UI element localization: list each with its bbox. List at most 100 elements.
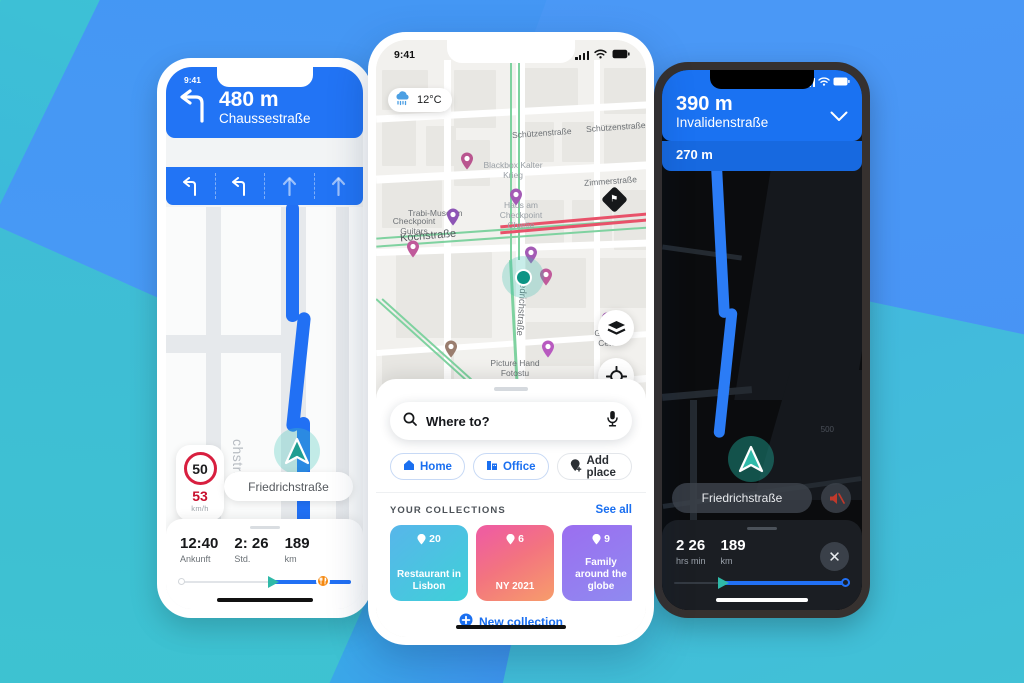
home-indicator — [216, 598, 313, 602]
sheet-grabber[interactable] — [494, 387, 528, 391]
weather-chip[interactable]: 12°C — [388, 88, 452, 112]
map-label: Picture Hand Fotostu — [490, 358, 540, 378]
search-icon — [403, 412, 417, 431]
phone-right-navigation-dark: Arbeitszimmer 500 — [654, 62, 870, 618]
collection-card[interactable]: 9 Family around the globe — [562, 525, 632, 601]
map-pin-icon[interactable] — [509, 188, 523, 206]
maneuver-distance: 390 m — [676, 93, 733, 115]
map-pin-icon[interactable] — [446, 208, 460, 226]
home-icon — [403, 459, 415, 474]
progress-vehicle-icon — [267, 575, 279, 588]
chip-add-place[interactable]: Add place — [556, 453, 632, 480]
phone-left-navigation: 9:41 480 m Chaussestraße chstraße 50 53 … — [157, 58, 372, 618]
home-indicator — [456, 624, 566, 629]
eta-item: 2 26 hrs min — [676, 537, 706, 566]
rain-cloud-icon — [394, 90, 412, 110]
pin-icon — [592, 533, 601, 544]
chip-office[interactable]: Office — [472, 453, 549, 480]
progress-vehicle-icon — [718, 576, 729, 589]
eta-label: km — [284, 553, 297, 564]
progress-fill — [273, 579, 351, 584]
next-maneuver-strip: 270 m — [662, 140, 862, 171]
explore-bottom-sheet[interactable]: Where to? Home Office Add place YOUR COL… — [376, 379, 646, 637]
collections-section: YOUR COLLECTIONS See all 20 Restaurant i… — [376, 492, 646, 601]
eta-value: 2: 26 — [234, 535, 269, 552]
map-pin-icon[interactable] — [444, 340, 458, 358]
chip-label: Add place — [586, 454, 616, 479]
position-puck — [728, 436, 774, 482]
route-progress-bar[interactable] — [178, 573, 351, 588]
volume-muted-icon[interactable] — [821, 483, 851, 513]
chip-label: Office — [502, 460, 536, 473]
position-puck — [274, 428, 320, 474]
user-location-dot — [514, 268, 532, 286]
restaurant-icon[interactable] — [316, 573, 331, 588]
speed-limit-value: 50 — [183, 452, 217, 485]
left-eta-sheet[interactable]: 12:40 Ankunft 2: 26 Std. 189 km — [166, 519, 363, 609]
eta-value: 189 — [720, 537, 746, 554]
quick-destination-chips: Home Office Add place — [376, 440, 646, 480]
chip-home[interactable]: Home — [390, 453, 465, 480]
progress-end-dot — [841, 577, 850, 587]
collection-name: NY 2021 — [495, 581, 535, 592]
collection-count: 9 — [592, 533, 610, 545]
lane-turn-left-icon — [216, 173, 265, 199]
search-input[interactable]: Where to? — [426, 414, 606, 429]
right-eta-sheet[interactable]: 2 26 hrs min 189 km ✕ — [662, 520, 862, 610]
map-pin-icon[interactable] — [406, 240, 420, 258]
turn-left-icon — [178, 89, 210, 128]
maneuver-block: 390 m Invalidenstraße — [662, 89, 862, 141]
chevron-down-icon[interactable] — [830, 109, 848, 127]
map-pin-icon[interactable] — [541, 340, 555, 358]
eta-value: 2 26 — [676, 537, 706, 554]
collections-title: YOUR COLLECTIONS — [390, 504, 506, 516]
eta-label: km — [720, 555, 733, 566]
layers-icon[interactable] — [598, 310, 634, 346]
cellular-signal-icon — [575, 50, 589, 60]
notch — [447, 40, 575, 63]
battery-icon — [612, 49, 630, 62]
maneuver-block: 480 m Chaussestraße — [166, 87, 363, 138]
eta-item: 12:40 Ankunft — [180, 535, 219, 563]
map-number-label: 500 — [820, 425, 834, 434]
collection-name: Restaurant in Lisbon — [397, 569, 461, 592]
speed-widget: 50 53 km/h — [176, 445, 224, 521]
maneuver-street: Invalidenstraße — [676, 115, 769, 130]
poster-canvas: 9:41 480 m Chaussestraße chstraße 50 53 … — [0, 0, 1024, 683]
eta-value: 189 — [284, 535, 310, 552]
eta-row: 12:40 Ankunft 2: 26 Std. 189 km — [166, 529, 363, 564]
chip-label: Home — [420, 460, 452, 473]
current-speed-value: 53 — [192, 488, 208, 504]
home-indicator — [716, 598, 808, 602]
eta-value: 12:40 — [180, 535, 219, 552]
close-icon[interactable]: ✕ — [820, 542, 849, 571]
collection-count: 20 — [417, 533, 441, 545]
eta-item: 2: 26 Std. — [234, 535, 269, 563]
office-building-icon — [486, 459, 498, 474]
see-all-link[interactable]: See all — [596, 504, 632, 516]
maneuver-street: Chaussestraße — [219, 111, 311, 127]
collection-card[interactable]: 6 NY 2021 — [476, 525, 554, 601]
next-distance: 270 m — [676, 146, 713, 162]
collection-card-list[interactable]: 20 Restaurant in Lisbon 6 NY 2021 9 Fami… — [390, 525, 632, 601]
map-pin-icon[interactable] — [460, 152, 474, 170]
phone-center-screen: Schützenstraße Schützenstraße Zimmerstra… — [376, 40, 646, 637]
eta-label: hrs min — [676, 555, 706, 566]
collections-header: YOUR COLLECTIONS See all — [390, 504, 632, 516]
search-bar[interactable]: Where to? — [390, 402, 632, 440]
current-street-pill: Friedrichstraße — [672, 483, 812, 513]
wifi-icon — [594, 49, 607, 62]
collection-count: 6 — [506, 533, 524, 545]
lane-turn-left-icon — [166, 173, 216, 199]
microphone-icon[interactable] — [606, 410, 619, 432]
map-label: Zimmerstraße — [583, 174, 638, 188]
phone-right-screen: Arbeitszimmer 500 — [662, 70, 862, 610]
add-place-icon — [570, 458, 582, 475]
collection-card[interactable]: 20 Restaurant in Lisbon — [390, 525, 468, 601]
notch — [216, 67, 313, 87]
lane-straight-arrow-icon — [315, 173, 364, 199]
progress-fill — [723, 580, 850, 585]
user-location-puck — [502, 256, 544, 298]
route-progress-bar[interactable] — [674, 576, 850, 589]
pin-icon — [417, 533, 426, 544]
